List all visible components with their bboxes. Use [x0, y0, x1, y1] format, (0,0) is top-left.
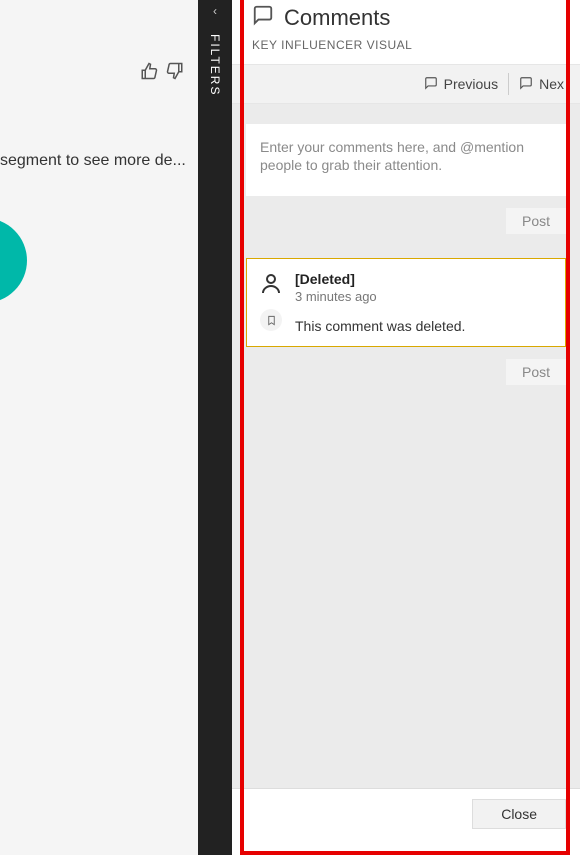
post-row-2: Post: [246, 359, 566, 385]
comments-header: Comments: [232, 0, 580, 32]
feedback-buttons: [140, 62, 184, 85]
comment-icon: [252, 4, 274, 32]
previous-label: Previous: [444, 76, 498, 92]
user-icon: [259, 271, 283, 301]
comments-panel: Comments KEY INFLUENCER VISUAL Previous …: [232, 0, 580, 855]
close-button[interactable]: Close: [472, 799, 566, 829]
post-button[interactable]: Post: [506, 208, 566, 234]
next-label: Nex: [539, 76, 564, 92]
post-button-2[interactable]: Post: [506, 359, 566, 385]
thumbs-up-icon[interactable]: [140, 62, 158, 85]
report-canvas-partial: segment to see more de...: [0, 0, 198, 855]
segment-bubble[interactable]: [0, 218, 27, 303]
card-content: [Deleted] 3 minutes ago This comment was…: [295, 271, 465, 334]
deleted-comment-card: [Deleted] 3 minutes ago This comment was…: [246, 258, 566, 347]
comment-nav-icon: [424, 76, 438, 93]
filters-label: FILTERS: [208, 34, 222, 96]
comments-body: Enter your comments here, and @mention p…: [232, 104, 580, 839]
panel-footer: Close: [232, 788, 580, 839]
chevron-left-icon: ‹: [213, 4, 217, 18]
nav-row: Previous Nex: [232, 64, 580, 104]
thumbs-down-icon[interactable]: [166, 62, 184, 85]
filters-pane-collapsed[interactable]: ‹ FILTERS: [198, 0, 232, 855]
next-button[interactable]: Nex: [509, 76, 574, 93]
comment-message: This comment was deleted.: [295, 318, 465, 334]
previous-button[interactable]: Previous: [414, 76, 508, 93]
avatar-column: [259, 271, 283, 334]
comment-author: [Deleted]: [295, 271, 465, 287]
panel-subtitle: KEY INFLUENCER VISUAL: [232, 32, 580, 64]
comment-input[interactable]: Enter your comments here, and @mention p…: [246, 124, 566, 196]
bookmark-icon: [260, 309, 282, 331]
post-row-1: Post: [246, 208, 566, 234]
comment-time: 3 minutes ago: [295, 289, 465, 304]
panel-title: Comments: [284, 5, 390, 31]
segment-instruction-text: segment to see more de...: [0, 152, 186, 170]
comment-nav-icon: [519, 76, 533, 93]
